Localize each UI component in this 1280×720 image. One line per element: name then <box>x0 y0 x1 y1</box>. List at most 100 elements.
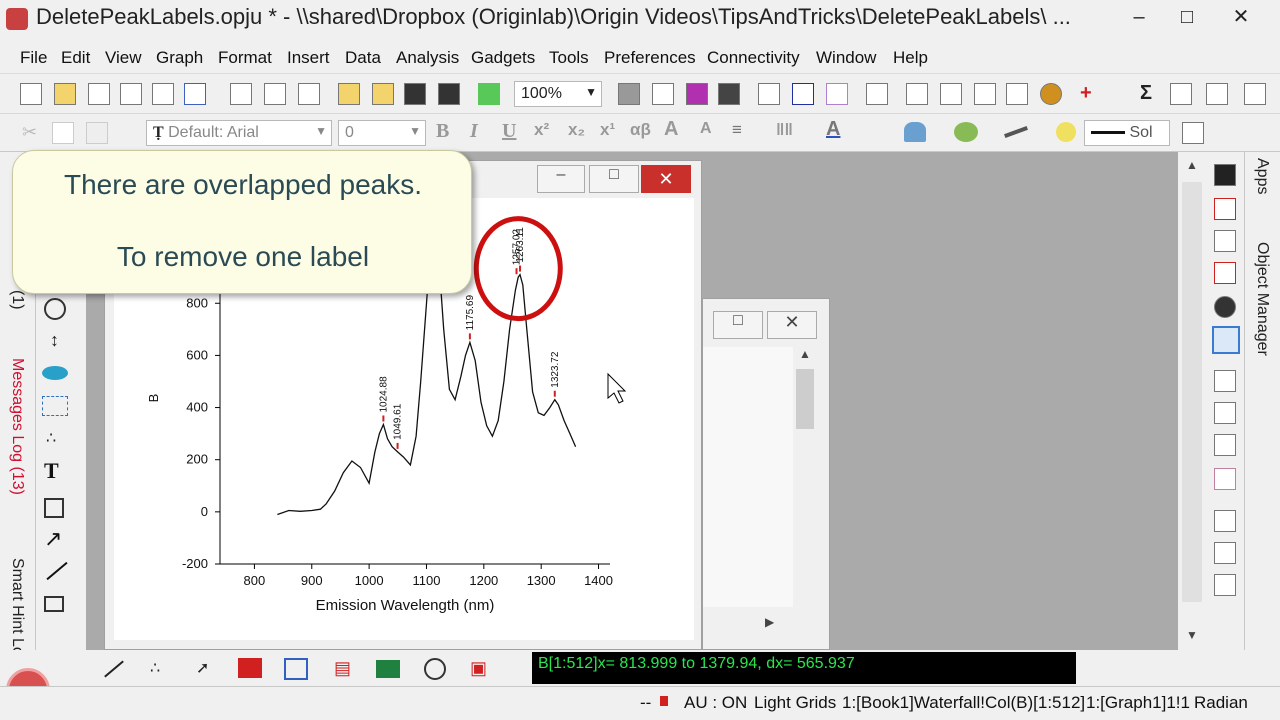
app-icon[interactable] <box>6 8 28 30</box>
layout-3-icon[interactable] <box>1214 434 1236 456</box>
copy-icon[interactable] <box>52 122 74 144</box>
status-grids[interactable]: Light Grids <box>754 693 836 713</box>
peak-label[interactable]: 1049.61 <box>393 403 404 440</box>
minimize-icon[interactable]: – <box>1116 0 1162 36</box>
rectangle-tool-icon[interactable] <box>44 596 64 612</box>
close-icon[interactable]: ✕ <box>1218 0 1264 36</box>
bold-icon[interactable]: B <box>436 120 449 143</box>
object-manager-tab[interactable]: Object Manager <box>1253 242 1271 356</box>
new-folder-icon[interactable] <box>54 83 76 105</box>
chevron-up-icon[interactable]: ▲ <box>793 347 817 361</box>
layout-4-icon[interactable] <box>1214 468 1236 490</box>
greek-icon[interactable]: αβ <box>630 120 651 140</box>
layout-6-icon[interactable] <box>1214 542 1236 564</box>
peak-label[interactable]: 1263.11 <box>515 227 526 263</box>
paste-icon[interactable] <box>86 122 108 144</box>
line-color-icon[interactable] <box>1004 126 1028 138</box>
scatter-icon[interactable]: ∴ <box>46 428 56 448</box>
polar-plot-icon[interactable] <box>424 658 446 680</box>
new-workbook-icon[interactable] <box>88 83 110 105</box>
chevron-up-icon[interactable]: ▲ <box>1186 158 1198 172</box>
new-layout-icon[interactable] <box>264 83 286 105</box>
rescale-icon[interactable] <box>1214 296 1236 318</box>
align-icon[interactable]: ≡ <box>732 120 742 140</box>
axis-icon[interactable] <box>1214 230 1236 252</box>
light-icon[interactable] <box>1056 122 1076 142</box>
new-function-icon[interactable] <box>184 83 206 105</box>
font-size-select[interactable]: 0 ▼ <box>338 120 426 146</box>
open-icon[interactable] <box>338 83 360 105</box>
apps-tab[interactable]: Apps <box>1253 158 1271 194</box>
win2-close-button[interactable]: ✕ <box>767 311 817 339</box>
workspace-vscroll[interactable]: ▲ ▼ <box>1178 152 1208 650</box>
line-symbol-plot-icon[interactable]: ➚ <box>196 658 209 678</box>
line-plot-icon[interactable] <box>104 660 124 678</box>
menu-graph[interactable]: Graph <box>156 48 203 68</box>
underline-icon[interactable]: U <box>502 120 516 143</box>
new-graph-icon[interactable] <box>120 83 142 105</box>
arrow-tool-icon[interactable]: ↗ <box>44 526 62 552</box>
peak-label[interactable]: 1024.88 <box>378 376 389 413</box>
line-tool-icon[interactable] <box>46 561 68 581</box>
peak-tool-icon[interactable] <box>1212 326 1240 354</box>
add-column-icon[interactable]: + <box>1080 82 1092 105</box>
layout-7-icon[interactable] <box>1214 574 1236 596</box>
layout-2-icon[interactable] <box>1214 402 1236 424</box>
layout-5-icon[interactable] <box>1214 510 1236 532</box>
data-reader-icon[interactable] <box>44 298 66 320</box>
line-style-select[interactable]: Sol <box>1084 120 1170 146</box>
decrease-font-icon[interactable]: A <box>700 120 712 138</box>
font-color-icon[interactable]: A <box>826 118 840 141</box>
text-tool-icon[interactable]: T <box>44 458 59 484</box>
calendar-icon[interactable] <box>974 83 996 105</box>
menu-gadgets[interactable]: Gadgets <box>471 48 535 68</box>
statistics-icon[interactable] <box>1170 83 1192 105</box>
status-graph[interactable]: 1:[Graph1]1!1 <box>1086 693 1190 713</box>
workspace-scroll-thumb[interactable] <box>1182 182 1202 602</box>
menu-tools[interactable]: Tools <box>549 48 589 68</box>
menu-analysis[interactable]: Analysis <box>396 48 459 68</box>
graph-template-icon[interactable] <box>284 658 308 680</box>
settings-icon[interactable] <box>1040 83 1062 105</box>
new-project-icon[interactable] <box>20 83 42 105</box>
find-in-project-icon[interactable] <box>940 83 962 105</box>
sum-icon[interactable]: Σ <box>1140 82 1152 105</box>
menu-edit[interactable]: Edit <box>61 48 90 68</box>
save-template-icon[interactable] <box>438 83 460 105</box>
print-icon[interactable] <box>618 83 640 105</box>
palette-icon[interactable] <box>954 122 978 142</box>
code-builder-icon[interactable] <box>758 83 780 105</box>
menu-data[interactable]: Data <box>345 48 381 68</box>
status-angle[interactable]: Radian <box>1194 693 1248 713</box>
axis-red-icon[interactable] <box>1214 198 1236 220</box>
layer-icon[interactable] <box>1206 83 1228 105</box>
mask-icon[interactable] <box>42 366 68 380</box>
menu-file[interactable]: File <box>20 48 47 68</box>
stock-plot-icon[interactable]: ▣ <box>470 658 487 679</box>
status-book[interactable]: 1:[Book1]Waterfall!Col(B)[1:512] <box>842 693 1085 713</box>
checklist-icon[interactable] <box>1006 83 1028 105</box>
open-template-icon[interactable] <box>372 83 394 105</box>
new-matrix-icon[interactable] <box>152 83 174 105</box>
box-plot-icon[interactable]: ▤ <box>334 658 351 679</box>
graph-restore-button[interactable]: □ <box>589 165 639 193</box>
cut-icon[interactable]: ✂ <box>22 122 37 143</box>
fill-color-icon[interactable] <box>904 122 926 142</box>
graph-close-button[interactable]: ✕ <box>641 165 691 193</box>
find-icon[interactable] <box>906 83 928 105</box>
maximize-icon[interactable]: □ <box>1164 0 1210 36</box>
crop-icon[interactable] <box>44 498 64 518</box>
zoom-select[interactable]: 100% ▼ <box>514 81 602 107</box>
area-plot-icon[interactable] <box>376 660 400 678</box>
menu-view[interactable]: View <box>105 48 142 68</box>
table-icon[interactable] <box>1182 122 1204 144</box>
movie-icon[interactable] <box>718 83 740 105</box>
region-icon[interactable] <box>42 396 68 416</box>
graph-minimize-button[interactable]: – <box>537 165 585 193</box>
menu-format[interactable]: Format <box>218 48 272 68</box>
menu-help[interactable]: Help <box>893 48 928 68</box>
checker-icon[interactable] <box>1214 164 1236 186</box>
scatter-plot-icon[interactable]: ∴ <box>150 658 160 678</box>
chevron-right-icon[interactable]: ▶ <box>765 615 774 629</box>
menu-window[interactable]: Window <box>816 48 876 68</box>
